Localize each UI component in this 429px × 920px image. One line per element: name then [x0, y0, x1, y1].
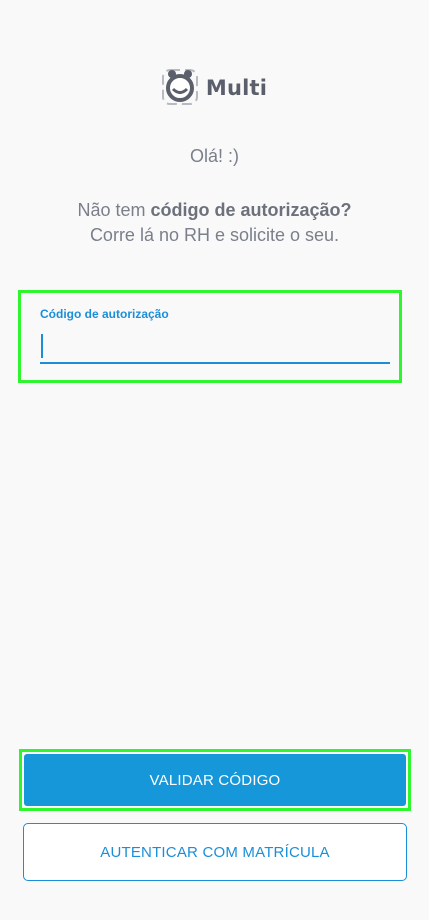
hint-bold: código de autorização?	[150, 200, 352, 220]
auth-code-label: Código de autorização	[40, 307, 169, 321]
hint-line-2: Corre lá no RH e solicite o seu.	[89, 225, 340, 245]
greeting-text: Olá! :)	[189, 146, 239, 166]
logo-text: Multi	[205, 75, 268, 100]
auth-code-input[interactable]	[40, 330, 390, 364]
multi-logo-icon	[161, 64, 200, 111]
text-caret	[41, 334, 43, 358]
validate-code-button[interactable]: VALIDAR CÓDIGO	[24, 754, 406, 806]
authorization-hint: Não tem código de autorização? Corre lá …	[0, 198, 429, 248]
hint-line-1: Não tem código de autorização?	[0, 198, 429, 223]
hint-prefix: Não tem	[77, 200, 151, 220]
app-logo: Multi	[0, 64, 429, 111]
authenticate-matricula-button[interactable]: AUTENTICAR COM MATRÍCULA	[23, 823, 407, 881]
